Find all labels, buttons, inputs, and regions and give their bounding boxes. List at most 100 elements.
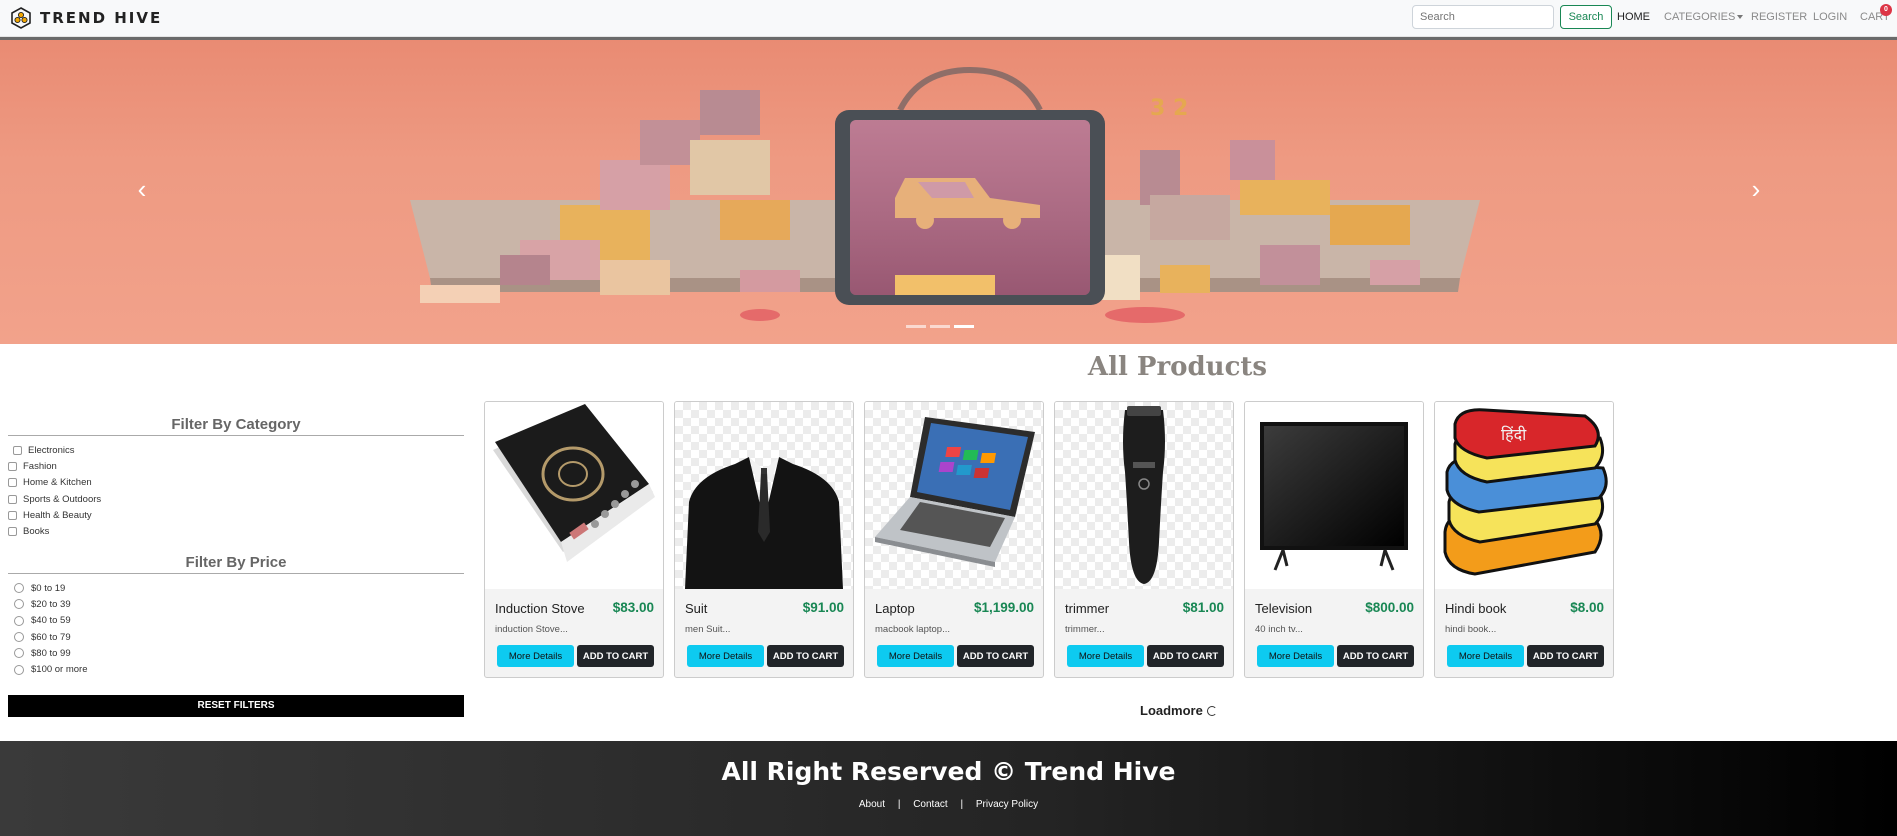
nav-register[interactable]: REGISTER xyxy=(1751,11,1807,23)
product-card: Induction Stove $83.00 induction Stove..… xyxy=(484,401,664,678)
product-price: $81.00 xyxy=(1182,600,1224,615)
radio-button[interactable] xyxy=(14,632,24,643)
category-health-beauty[interactable]: Health & Beauty xyxy=(8,507,101,523)
category-books[interactable]: Books xyxy=(8,523,101,539)
product-card: हिंदी Hindi book $8.00 hindi book... Mor… xyxy=(1434,401,1614,678)
product-image xyxy=(485,402,663,589)
product-image xyxy=(675,402,853,589)
product-image xyxy=(865,402,1043,589)
footer-links: About | Contact | Privacy Policy xyxy=(0,799,1897,810)
footer-link-privacy[interactable]: Privacy Policy xyxy=(976,799,1038,810)
checkbox[interactable] xyxy=(8,461,17,471)
hero-carousel[interactable]: 3 2 ‹ › xyxy=(0,37,1897,344)
product-name: Induction Stove xyxy=(495,601,585,616)
more-details-button[interactable]: More Details xyxy=(1067,645,1144,667)
footer-link-contact[interactable]: Contact xyxy=(913,799,947,810)
product-description: macbook laptop... xyxy=(875,624,950,635)
filter-category-title: Filter By Category xyxy=(8,416,464,436)
price-80-99[interactable]: $80 to 99 xyxy=(14,645,88,661)
price-label: $40 to 59 xyxy=(31,615,71,627)
radio-button[interactable] xyxy=(14,615,24,626)
hero-banner-image: 3 2 xyxy=(410,66,1480,323)
checkbox[interactable] xyxy=(8,510,17,520)
checkbox[interactable] xyxy=(13,445,22,455)
carousel-indicators xyxy=(906,325,974,328)
footer-title: All Right Reserved © Trend Hive xyxy=(721,757,1176,786)
category-filter-list: Electronics Fashion Home & Kitchen Sport… xyxy=(8,442,101,540)
price-filter-list: $0 to 19 $20 to 39 $40 to 59 $60 to 79 $… xyxy=(14,580,88,678)
add-to-cart-button[interactable]: ADD TO CART xyxy=(577,645,654,667)
product-image xyxy=(1055,402,1233,589)
price-label: $0 to 19 xyxy=(31,582,66,594)
price-label: $80 to 99 xyxy=(31,647,71,659)
search-input[interactable] xyxy=(1412,5,1554,29)
more-details-button[interactable]: More Details xyxy=(1447,645,1524,667)
page-title: All Products xyxy=(1087,352,1268,382)
add-to-cart-button[interactable]: ADD TO CART xyxy=(1527,645,1604,667)
category-label: Home & Kitchen xyxy=(23,477,92,489)
product-card: Laptop $1,199.00 macbook laptop... More … xyxy=(864,401,1044,678)
nav-categories[interactable]: CATEGORIES xyxy=(1664,11,1744,23)
checkbox[interactable] xyxy=(8,478,17,488)
category-sports-outdoors[interactable]: Sports & Outdoors xyxy=(8,491,101,507)
radio-button[interactable] xyxy=(14,599,24,610)
product-name: Laptop xyxy=(875,601,915,616)
price-40-59[interactable]: $40 to 59 xyxy=(14,613,88,629)
price-60-79[interactable]: $60 to 79 xyxy=(14,629,88,645)
category-label: Fashion xyxy=(23,460,57,472)
carousel-prev-icon[interactable]: ‹ xyxy=(127,174,157,204)
product-image: हिंदी xyxy=(1435,402,1613,589)
product-description: trimmer... xyxy=(1065,624,1105,635)
checkbox[interactable] xyxy=(8,494,17,504)
more-details-button[interactable]: More Details xyxy=(877,645,954,667)
product-description: hindi book... xyxy=(1445,624,1497,635)
add-to-cart-button[interactable]: ADD TO CART xyxy=(767,645,844,667)
more-details-button[interactable]: More Details xyxy=(687,645,764,667)
hive-logo-icon xyxy=(11,7,31,29)
carousel-next-icon[interactable]: › xyxy=(1741,174,1771,204)
radio-button[interactable] xyxy=(14,648,24,659)
reset-filters-button[interactable]: RESET FILTERS xyxy=(8,695,464,717)
more-details-button[interactable]: More Details xyxy=(497,645,574,667)
checkbox[interactable] xyxy=(8,527,17,537)
category-fashion[interactable]: Fashion xyxy=(8,458,101,474)
price-label: $20 to 39 xyxy=(31,598,71,610)
category-label: Books xyxy=(23,526,50,538)
add-to-cart-button[interactable]: ADD TO CART xyxy=(1337,645,1414,667)
more-details-button[interactable]: More Details xyxy=(1257,645,1334,667)
nav-home[interactable]: HOME xyxy=(1617,11,1650,23)
carousel-indicator-active[interactable] xyxy=(954,325,974,328)
category-home-kitchen[interactable]: Home & Kitchen xyxy=(8,475,101,491)
radio-button[interactable] xyxy=(14,583,24,594)
category-label: Sports & Outdoors xyxy=(23,493,102,505)
product-description: 40 inch tv... xyxy=(1255,624,1303,635)
radio-button[interactable] xyxy=(14,664,24,675)
add-to-cart-button[interactable]: ADD TO CART xyxy=(957,645,1034,667)
nav-login[interactable]: LOGIN xyxy=(1813,11,1847,23)
svg-text:3 2: 3 2 xyxy=(1150,96,1188,121)
product-card: trimmer $81.00 trimmer... More Details A… xyxy=(1054,401,1234,678)
carousel-indicator[interactable] xyxy=(930,325,950,328)
brand-name: TREND HIVE xyxy=(40,9,163,27)
category-electronics[interactable]: Electronics xyxy=(13,442,101,458)
loadmore-button[interactable]: Loadmore xyxy=(1140,703,1217,718)
footer-link-about[interactable]: About xyxy=(859,799,885,810)
footer-separator: | xyxy=(960,799,964,810)
product-name: Suit xyxy=(685,601,708,616)
footer: All Right Reserved © Trend Hive About | … xyxy=(0,741,1897,836)
product-image xyxy=(1245,402,1423,589)
price-label: $60 to 79 xyxy=(31,631,71,643)
product-price: $83.00 xyxy=(612,600,654,615)
cart-count-badge: 0 xyxy=(1880,4,1892,16)
brand[interactable]: TREND HIVE xyxy=(10,6,162,30)
product-name: Hindi book xyxy=(1445,601,1507,616)
category-label: Health & Beauty xyxy=(23,509,92,521)
filter-price-title: Filter By Price xyxy=(8,554,464,574)
search-button[interactable]: Search xyxy=(1560,5,1612,29)
price-0-19[interactable]: $0 to 19 xyxy=(14,580,88,596)
price-20-39[interactable]: $20 to 39 xyxy=(14,596,88,612)
carousel-indicator[interactable] xyxy=(906,325,926,328)
add-to-cart-button[interactable]: ADD TO CART xyxy=(1147,645,1224,667)
nav-categories-label: CATEGORIES xyxy=(1664,11,1736,23)
price-100-more[interactable]: $100 or more xyxy=(14,661,88,677)
